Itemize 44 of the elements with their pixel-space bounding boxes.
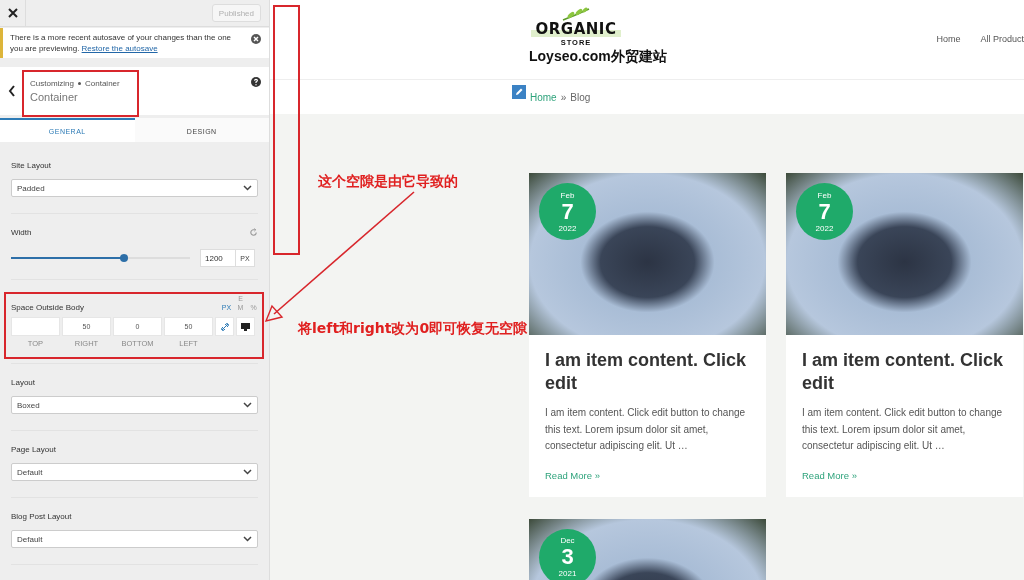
leaf-icon (561, 7, 591, 21)
select-field[interactable]: Default (11, 530, 258, 548)
separator-dot-icon (78, 82, 81, 85)
nav-link[interactable]: All Product (980, 34, 1024, 79)
control-label: Layout (11, 378, 37, 387)
chevron-down-icon (243, 185, 252, 191)
post-excerpt: I am item content. Click edit button to change this text. Lorem ipsum dolor sit amet, consectetur adipiscing elit. Ut … (545, 406, 747, 453)
device-button[interactable] (236, 317, 255, 336)
control-label: Space Outside Body (11, 303, 84, 312)
post-title[interactable]: I am item content. Click edit (545, 349, 750, 395)
control-label: Page Layout (11, 445, 57, 454)
dismiss-icon[interactable] (251, 34, 261, 44)
select-field[interactable]: Boxed (11, 396, 258, 414)
post-excerpt: I am item content. Click edit button to change this text. Lorem ipsum dolor sit amet, consectetur adipiscing elit. Ut … (802, 406, 1004, 453)
breadcrumb-current: Blog (570, 91, 591, 103)
annotation-text: 这个空隙是由它导致的 (318, 173, 458, 191)
section-title: Container (30, 91, 79, 103)
monitor-icon (241, 322, 250, 331)
edit-icon[interactable] (512, 85, 526, 99)
site-title: Loyseo.com外贸建站 (529, 48, 667, 66)
link-values-button[interactable] (215, 317, 234, 336)
nav-link[interactable]: Home (936, 34, 961, 79)
control-label: Blog Post Layout (11, 512, 73, 521)
control-label: Site Layout (11, 161, 53, 170)
post-title[interactable]: I am item content. Click edit (802, 349, 1007, 395)
chevron-down-icon (243, 402, 252, 408)
breadcrumb-text: Customizing (30, 79, 74, 88)
select-field[interactable]: Padded (11, 179, 258, 197)
help-icon[interactable] (251, 77, 261, 87)
number-field[interactable]: 1200 (200, 249, 236, 267)
close-icon (7, 8, 18, 18)
chevron-down-icon (243, 469, 252, 475)
chevron-down-icon (243, 536, 252, 542)
restore-link[interactable]: Restore the autosave (81, 44, 158, 53)
select-field[interactable]: Default (11, 463, 258, 481)
notice-text: There is a more recent autosave of your changes than the one you are previewing. Restore the autosave (10, 32, 233, 54)
back-icon[interactable] (8, 85, 16, 97)
control-label: Width (11, 228, 32, 237)
breadcrumb-text: Container (85, 79, 120, 88)
slider-handle[interactable] (119, 254, 128, 262)
link-icon (220, 322, 229, 331)
annotation-text: 将left和right改为0即可恢复无空隙 (298, 320, 528, 338)
breadcrumb-separator: » (560, 91, 567, 103)
spacing-field[interactable] (11, 317, 60, 336)
